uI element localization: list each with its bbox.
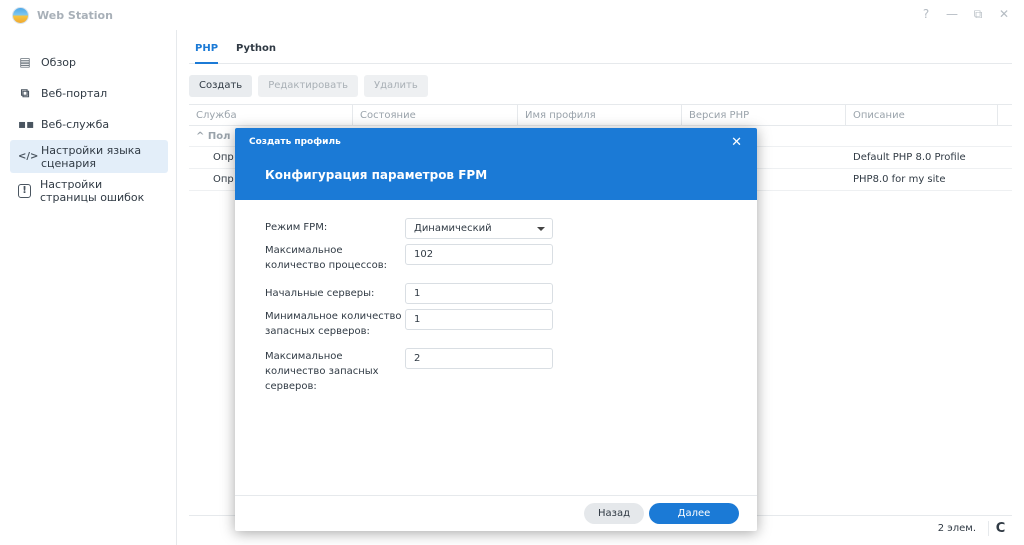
sidebar-item-label: Веб-служба: [41, 117, 110, 131]
help-icon[interactable]: ?: [920, 7, 932, 22]
web-service-icon: ▪▪: [18, 117, 35, 131]
column-profile-name[interactable]: Имя профиля: [518, 105, 682, 125]
sidebar-item-label: Настройки языка сценария: [41, 143, 142, 170]
web-portal-icon: ⧉: [20, 85, 30, 100]
fpm-mode-select[interactable]: Динамический: [405, 218, 553, 239]
item-count: 2 элем.: [937, 523, 976, 534]
edit-button[interactable]: Редактировать: [258, 75, 358, 97]
sidebar-item-label: Настройки страницы ошибок: [40, 177, 145, 204]
tab-bar: PHP Python: [189, 30, 1012, 64]
sidebar-item-web-portal[interactable]: ⧉ Веб-портал: [10, 78, 168, 108]
tab-php[interactable]: PHP: [195, 30, 219, 64]
min-spare-servers-input[interactable]: 1: [405, 309, 553, 330]
max-spare-servers-input[interactable]: 2: [405, 348, 553, 369]
table-cell-description: PHP8.0 for my site: [853, 174, 946, 185]
restore-icon[interactable]: ⧉: [972, 7, 984, 22]
column-extra: [998, 105, 1012, 125]
sidebar-item-error-page[interactable]: ! Настройки страницы ошибок: [10, 174, 168, 207]
sidebar-item-label: Веб-портал: [41, 86, 108, 100]
dialog-header: Создать профиль ✕ Конфигурация параметро…: [235, 128, 757, 200]
min-spare-servers-label: Минимальное количество запасных серверов…: [265, 311, 402, 337]
refresh-icon[interactable]: C: [988, 521, 1012, 536]
window-controls: ? — ⧉ ✕: [920, 7, 1010, 22]
dialog-footer: Назад Далее: [235, 495, 757, 531]
title-bar: Web Station ? — ⧉ ✕: [0, 0, 1024, 30]
column-php-version[interactable]: Версия PHP: [682, 105, 846, 125]
table-cell-description: Default PHP 8.0 Profile: [853, 152, 966, 163]
sidebar-item-overview[interactable]: ▤ Обзор: [10, 47, 168, 77]
script-language-icon: </>: [18, 151, 39, 162]
column-service[interactable]: Служба: [189, 105, 353, 125]
back-button[interactable]: Назад: [584, 503, 644, 524]
sidebar-item-label: Обзор: [41, 55, 77, 69]
start-servers-label: Начальные серверы:: [265, 288, 375, 299]
fpm-mode-label: Режим FPM:: [265, 222, 328, 233]
column-description[interactable]: Описание: [846, 105, 998, 125]
max-processes-label: Максимальное количество процессов:: [265, 245, 387, 271]
sidebar: ▤ Обзор ⧉ Веб-портал ▪▪ Веб-служба </> Н…: [0, 30, 177, 545]
tab-python[interactable]: Python: [236, 30, 276, 64]
overview-icon: ▤: [19, 55, 31, 69]
create-profile-dialog: Создать профиль ✕ Конфигурация параметро…: [235, 128, 757, 531]
column-status[interactable]: Состояние: [353, 105, 518, 125]
next-button[interactable]: Далее: [649, 503, 739, 524]
sidebar-item-script-language[interactable]: </> Настройки языка сценария: [10, 140, 168, 173]
dialog-subtitle: Создать профиль: [249, 137, 341, 147]
create-button[interactable]: Создать: [189, 75, 253, 97]
delete-button[interactable]: Удалить: [363, 75, 428, 97]
fpm-mode-value: Динамический: [414, 223, 492, 234]
web-station-logo-icon: [12, 6, 29, 24]
error-page-icon: !: [18, 183, 31, 198]
app-title: Web Station: [37, 8, 113, 22]
sidebar-item-web-service[interactable]: ▪▪ Веб-служба: [10, 109, 168, 139]
max-spare-servers-label: Максимальное количество запасных серверо…: [265, 351, 379, 392]
table-header: Служба Состояние Имя профиля Версия PHP …: [189, 104, 1012, 126]
toolbar: Создать Редактировать Удалить: [189, 64, 1012, 102]
close-window-icon[interactable]: ✕: [998, 7, 1010, 22]
max-processes-input[interactable]: 102: [405, 244, 553, 265]
start-servers-input[interactable]: 1: [405, 283, 553, 304]
minimize-icon[interactable]: —: [946, 7, 958, 22]
close-icon[interactable]: ✕: [731, 135, 742, 150]
dialog-title: Конфигурация параметров FPM: [265, 168, 488, 182]
chevron-down-icon: [537, 227, 545, 231]
